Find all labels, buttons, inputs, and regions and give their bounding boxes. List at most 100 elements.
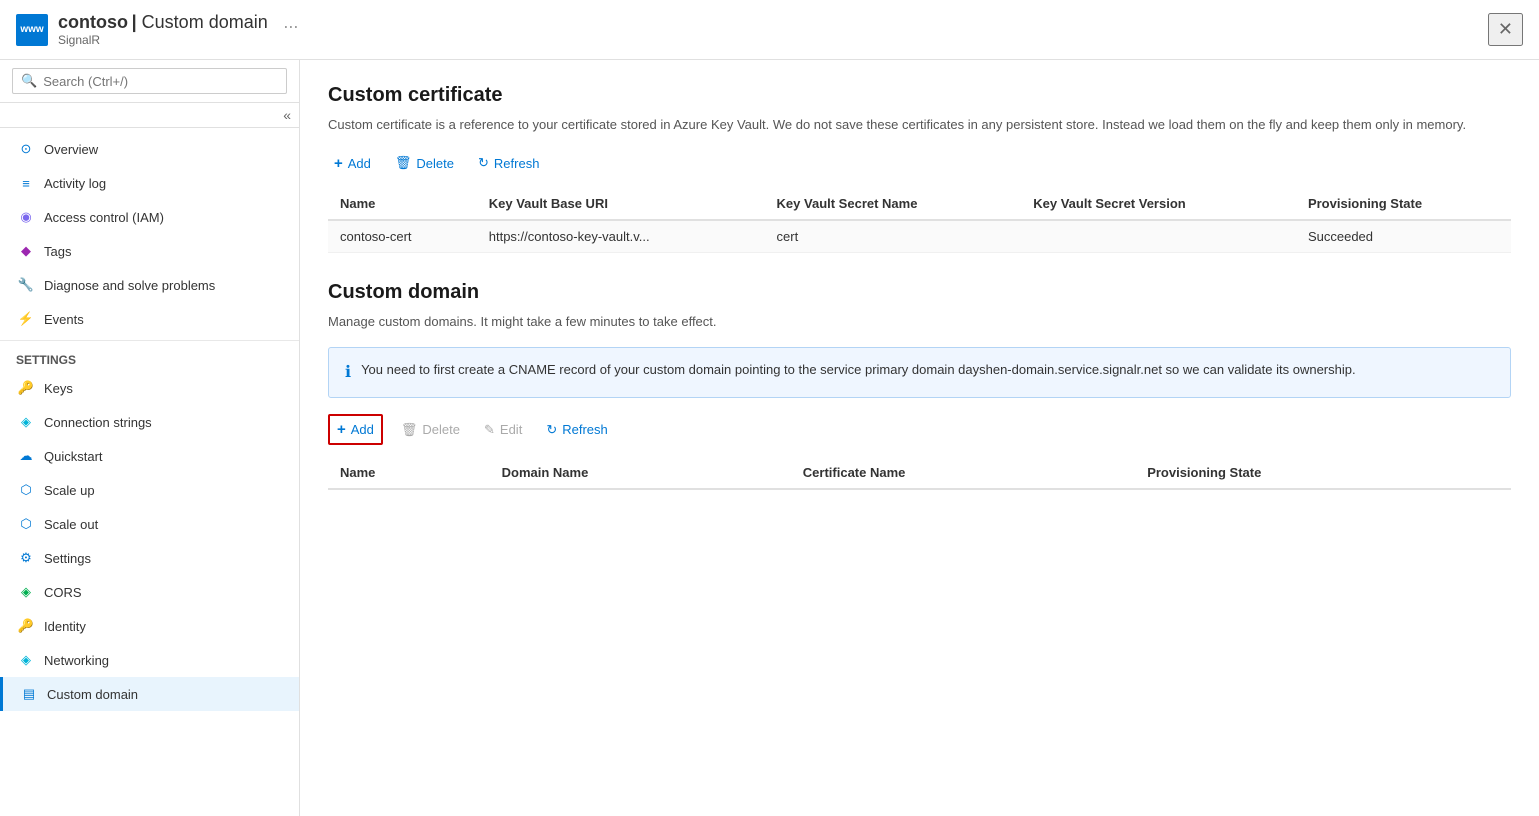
sidebar-item-identity[interactable]: 🔑 Identity xyxy=(0,609,299,643)
sidebar-item-label-overview: Overview xyxy=(44,142,98,157)
cert-refresh-icon: ↻ xyxy=(478,155,489,171)
sidebar: 🔍 « ⊙ Overview ≡ Activity log ◉ Access c… xyxy=(0,60,300,816)
sidebar-item-access-control[interactable]: ◉ Access control (IAM) xyxy=(0,200,299,234)
sidebar-item-label-quickstart: Quickstart xyxy=(44,449,103,464)
title-text: contoso | Custom domain ... SignalR xyxy=(58,12,1488,47)
settings-icon: ⚙ xyxy=(16,548,36,568)
sidebar-item-label-diagnose: Diagnose and solve problems xyxy=(44,278,215,293)
cert-add-icon: + xyxy=(334,155,343,172)
cors-icon: ◈ xyxy=(16,582,36,602)
sidebar-item-quickstart[interactable]: ☁ Quickstart xyxy=(0,439,299,473)
cert-cell-state: Succeeded xyxy=(1296,220,1511,253)
sidebar-item-diagnose[interactable]: 🔧 Diagnose and solve problems xyxy=(0,268,299,302)
cert-section-desc: Custom certificate is a reference to you… xyxy=(328,115,1511,135)
identity-icon: 🔑 xyxy=(16,616,36,636)
search-input[interactable] xyxy=(43,74,278,89)
sidebar-item-label-connstr: Connection strings xyxy=(44,415,152,430)
domain-col-name: Name xyxy=(328,457,490,489)
cert-delete-icon: 🗑 xyxy=(395,155,412,171)
domain-col-cert-name: Certificate Name xyxy=(791,457,1135,489)
overview-icon: ⊙ xyxy=(16,139,36,159)
sidebar-item-label-scaleup: Scale up xyxy=(44,483,95,498)
table-row[interactable]: contoso-cert https://contoso-key-vault.v… xyxy=(328,220,1511,253)
sidebar-item-scale-up[interactable]: ⬡ Scale up xyxy=(0,473,299,507)
sidebar-item-keys[interactable]: 🔑 Keys xyxy=(0,371,299,405)
domain-section-desc: Manage custom domains. It might take a f… xyxy=(328,312,1511,332)
main-layout: 🔍 « ⊙ Overview ≡ Activity log ◉ Access c… xyxy=(0,60,1539,816)
sidebar-item-label-access: Access control (IAM) xyxy=(44,210,164,225)
app-name: contoso xyxy=(58,12,128,32)
sidebar-item-label-networking: Networking xyxy=(44,653,109,668)
cert-cell-uri: https://contoso-key-vault.v... xyxy=(477,220,765,253)
cert-section: Custom certificate Custom certificate is… xyxy=(328,84,1511,253)
cert-cell-secret-name: cert xyxy=(765,220,1022,253)
sidebar-item-label-keys: Keys xyxy=(44,381,73,396)
sidebar-item-networking[interactable]: ◈ Networking xyxy=(0,643,299,677)
keys-icon: 🔑 xyxy=(16,378,36,398)
search-icon: 🔍 xyxy=(21,73,37,89)
sidebar-item-activity-log[interactable]: ≡ Activity log xyxy=(0,166,299,200)
cert-toolbar: + Add 🗑 Delete ↻ Refresh xyxy=(328,151,1511,176)
settings-section-label: Settings xyxy=(0,340,299,371)
domain-col-state: Provisioning State xyxy=(1135,457,1511,489)
cert-table: Name Key Vault Base URI Key Vault Secret… xyxy=(328,188,1511,253)
sidebar-item-label-activity: Activity log xyxy=(44,176,106,191)
sidebar-item-label-tags: Tags xyxy=(44,244,71,259)
ellipsis-icon[interactable]: ... xyxy=(283,12,298,32)
content-area: Custom certificate Custom certificate is… xyxy=(300,60,1539,816)
sidebar-item-events[interactable]: ⚡ Events xyxy=(0,302,299,336)
cert-refresh-button[interactable]: ↻ Refresh xyxy=(472,151,545,175)
page-name: Custom domain xyxy=(142,12,268,32)
sidebar-item-tags[interactable]: ◆ Tags xyxy=(0,234,299,268)
cert-delete-button[interactable]: 🗑 Delete xyxy=(389,151,460,175)
sidebar-item-connection-strings[interactable]: ◈ Connection strings xyxy=(0,405,299,439)
info-banner: ℹ You need to first create a CNAME recor… xyxy=(328,347,1511,398)
search-wrapper[interactable]: 🔍 xyxy=(12,68,287,94)
domain-section: Custom domain Manage custom domains. It … xyxy=(328,281,1511,491)
domain-refresh-button[interactable]: ↻ Refresh xyxy=(540,418,613,442)
sidebar-item-settings[interactable]: ⚙ Settings xyxy=(0,541,299,575)
sidebar-item-label-identity: Identity xyxy=(44,619,86,634)
cert-cell-secret-version xyxy=(1021,220,1296,253)
nav-list: ⊙ Overview ≡ Activity log ◉ Access contr… xyxy=(0,128,299,816)
scale-out-icon: ⬡ xyxy=(16,514,36,534)
search-box: 🔍 xyxy=(0,60,299,103)
scale-up-icon: ⬡ xyxy=(16,480,36,500)
sidebar-item-label-scaleout: Scale out xyxy=(44,517,98,532)
cert-col-secret-name: Key Vault Secret Name xyxy=(765,188,1022,220)
info-icon: ℹ xyxy=(345,361,351,385)
cert-cell-name: contoso-cert xyxy=(328,220,477,253)
cert-col-uri: Key Vault Base URI xyxy=(477,188,765,220)
sidebar-item-scale-out[interactable]: ⬡ Scale out xyxy=(0,507,299,541)
tags-icon: ◆ xyxy=(16,241,36,261)
domain-delete-button[interactable]: 🗑 Delete xyxy=(395,418,466,442)
title-separator: | xyxy=(132,12,142,32)
domain-add-icon: + xyxy=(337,421,346,438)
domain-table: Name Domain Name Certificate Name Provis… xyxy=(328,457,1511,490)
close-button[interactable]: ✕ xyxy=(1488,13,1523,46)
sidebar-item-cors[interactable]: ◈ CORS xyxy=(0,575,299,609)
domain-refresh-icon: ↻ xyxy=(546,422,557,438)
connection-strings-icon: ◈ xyxy=(16,412,36,432)
sidebar-item-overview[interactable]: ⊙ Overview xyxy=(0,132,299,166)
events-icon: ⚡ xyxy=(16,309,36,329)
app-icon: www xyxy=(16,14,48,46)
collapse-sidebar-button[interactable]: « xyxy=(283,107,291,123)
cert-col-secret-version: Key Vault Secret Version xyxy=(1021,188,1296,220)
networking-icon: ◈ xyxy=(16,650,36,670)
cert-col-state: Provisioning State xyxy=(1296,188,1511,220)
access-control-icon: ◉ xyxy=(16,207,36,227)
custom-domain-icon: ▤ xyxy=(19,684,39,704)
domain-edit-button[interactable]: ✎ Edit xyxy=(478,418,528,442)
sidebar-item-custom-domain[interactable]: ▤ Custom domain xyxy=(0,677,299,711)
cert-col-name: Name xyxy=(328,188,477,220)
service-type: SignalR xyxy=(58,33,1488,47)
cert-section-title: Custom certificate xyxy=(328,84,1511,107)
title-bar: www contoso | Custom domain ... SignalR … xyxy=(0,0,1539,60)
domain-section-title: Custom domain xyxy=(328,281,1511,304)
domain-delete-icon: 🗑 xyxy=(401,422,418,438)
domain-add-button[interactable]: + Add xyxy=(331,417,380,442)
domain-toolbar: + Add 🗑 Delete ✎ Edit ↻ Refresh xyxy=(328,414,1511,445)
cert-add-button[interactable]: + Add xyxy=(328,151,377,176)
activity-log-icon: ≡ xyxy=(16,173,36,193)
